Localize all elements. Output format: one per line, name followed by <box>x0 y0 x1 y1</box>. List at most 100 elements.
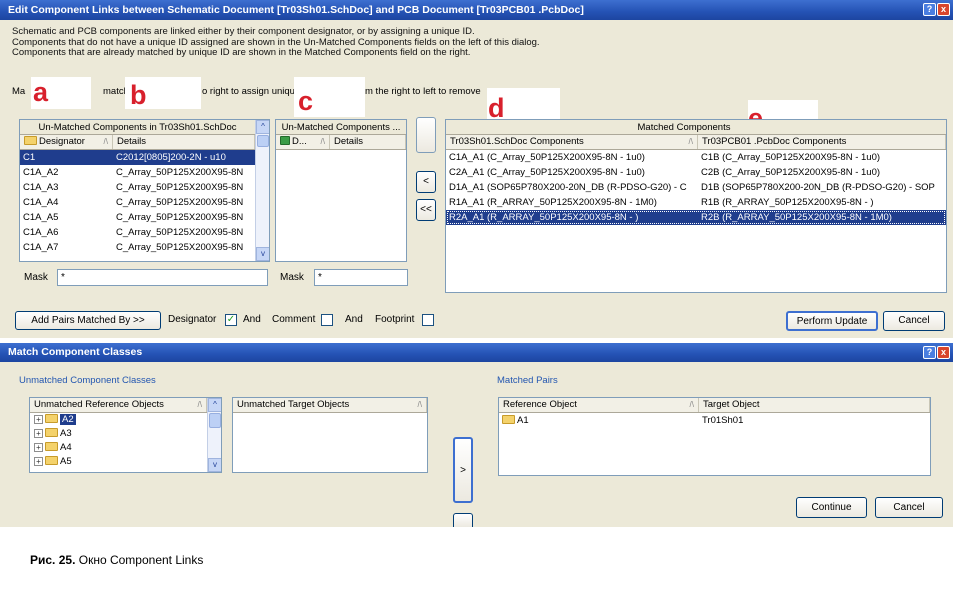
empty-button[interactable] <box>416 117 436 153</box>
cancel-button-2[interactable]: Cancel <box>875 497 943 518</box>
tree-item[interactable]: + A4 <box>30 441 207 455</box>
sort-icon: /\ <box>320 137 325 146</box>
scroll-thumb[interactable] <box>209 413 221 428</box>
column-sch-components[interactable]: Tr03Sh01.SchDoc Components/\ <box>446 135 698 149</box>
scroll-thumb[interactable] <box>257 135 269 147</box>
and-label-1: And <box>243 314 261 325</box>
table-row[interactable]: C1A_A4 C_Array_50P125X200X95-8N <box>20 195 255 210</box>
caption-text: Окно Component Links <box>78 553 204 567</box>
dialog2-title: Match Component Classes <box>8 346 143 358</box>
sort-icon: /\ <box>197 400 202 409</box>
tree-item[interactable]: + A2 <box>30 413 207 427</box>
mask-input-sch[interactable]: * <box>57 269 268 286</box>
folder-icon <box>45 442 58 451</box>
table-row[interactable]: C1 C2012[0805]200-2N - u10 <box>20 150 255 165</box>
matched-pairs-caption: Matched Pairs <box>497 375 558 386</box>
unmatched-sch-scrollbar[interactable]: ^ v <box>255 120 269 261</box>
column-unmatched-ref[interactable]: Unmatched Reference Objects/\ <box>30 398 207 412</box>
expand-icon[interactable]: + <box>34 443 43 452</box>
table-row[interactable]: R2A_A1 (R_ARRAY_50P125X200X95-8N - ) R2B … <box>446 210 946 225</box>
table-row[interactable]: D1A_A1 (SOP65P780X200-20N_DB (R-PDSO-G20… <box>446 180 946 195</box>
unmatched-ref-scrollbar[interactable]: ^ v <box>207 398 221 472</box>
close-button[interactable]: x <box>937 3 950 16</box>
unmatch-one-button[interactable]: < <box>416 171 436 193</box>
unmatched-target-grid[interactable]: Unmatched Target Objects/\ <box>232 397 428 473</box>
expand-icon[interactable]: + <box>34 457 43 466</box>
dialog2-titlebar: Match Component Classes ? x <box>0 343 953 362</box>
column-target-object[interactable]: Target Object <box>699 398 930 412</box>
expand-icon[interactable]: + <box>34 415 43 424</box>
mask-input-pcb[interactable]: * <box>314 269 408 286</box>
comment-label: Comment <box>272 314 316 325</box>
column-unmatched-target[interactable]: Unmatched Target Objects/\ <box>233 398 427 412</box>
dialog1-titlebar: Edit Component Links between Schematic D… <box>0 0 953 20</box>
column-reference-object[interactable]: Reference Object/\ <box>499 398 699 412</box>
table-row[interactable]: C1A_A7 C_Array_50P125X200X95-8N <box>20 240 255 255</box>
column-d[interactable]: D.../\ <box>276 135 330 149</box>
unmatched-sch-title: Un-Matched Components in Tr03Sh01.SchDoc <box>20 120 255 135</box>
matched-header: Tr03Sh01.SchDoc Components/\ Tr03PCB01 .… <box>446 135 946 150</box>
table-row[interactable]: A1 Tr01Sh01 <box>499 413 930 428</box>
comment-checkbox[interactable] <box>321 314 333 326</box>
folder-icon <box>45 456 58 465</box>
info-text: Schematic and PCB components are linked … <box>12 26 540 58</box>
unmatched-sch-grid[interactable]: Un-Matched Components in Tr03Sh01.SchDoc… <box>19 119 270 262</box>
close-button-2[interactable]: x <box>937 346 950 359</box>
match-pair-button[interactable]: > <box>453 437 473 503</box>
cancel-button[interactable]: Cancel <box>883 311 945 331</box>
scroll-up-icon[interactable]: ^ <box>256 120 269 134</box>
and-label-2: And <box>345 314 363 325</box>
footprint-checkbox[interactable] <box>422 314 434 326</box>
second-arrow-button[interactable] <box>453 513 473 527</box>
tree-item[interactable]: + A5 <box>30 455 207 469</box>
folder-icon <box>24 136 37 145</box>
table-row[interactable]: C1A_A5 C_Array_50P125X200X95-8N <box>20 210 255 225</box>
figure-caption: Рис. 25. Окно Component Links <box>30 553 203 567</box>
unmatched-pcb-header: D.../\ Details <box>276 135 406 150</box>
designator-label: Designator <box>168 314 217 325</box>
column-details-pcb[interactable]: Details <box>330 135 406 149</box>
matched-pairs-grid[interactable]: Reference Object/\ Target Object A1 Tr01… <box>498 397 931 476</box>
matched-rows: C1A_A1 (C_Array_50P125X200X95-8N - 1u0) C… <box>446 150 946 225</box>
unmatched-target-header: Unmatched Target Objects/\ <box>233 398 427 413</box>
unmatched-ref-grid[interactable]: Unmatched Reference Objects/\ + A2 + A3 + A4 +… <box>29 397 222 473</box>
unmatched-classes-caption: Unmatched Component Classes <box>19 375 156 386</box>
matched-pairs-header: Reference Object/\ Target Object <box>499 398 930 413</box>
continue-button[interactable]: Continue <box>796 497 867 518</box>
folder-icon <box>502 415 515 424</box>
annotation-d: d <box>488 93 505 123</box>
tree-item[interactable]: + A3 <box>30 427 207 441</box>
unmatched-sch-rows: C1 C2012[0805]200-2N - u10 C1A_A2 C_Array_5… <box>20 150 255 255</box>
column-designator[interactable]: Designator/\ <box>20 135 113 149</box>
unmatch-all-button[interactable]: << <box>416 199 436 221</box>
expand-icon[interactable]: + <box>34 429 43 438</box>
table-row[interactable]: C1A_A3 C_Array_50P125X200X95-8N <box>20 180 255 195</box>
table-row[interactable]: C1A_A6 C_Array_50P125X200X95-8N <box>20 225 255 240</box>
table-row[interactable]: C1A_A1 (C_Array_50P125X200X95-8N - 1u0) C… <box>446 150 946 165</box>
sort-icon: /\ <box>417 400 422 409</box>
column-details[interactable]: Details <box>113 135 255 149</box>
matched-grid[interactable]: Matched Components Tr03Sh01.SchDoc Compo… <box>445 119 947 293</box>
table-row[interactable]: R1A_A1 (R_ARRAY_50P125X200X95-8N - 1M0) R… <box>446 195 946 210</box>
unmatched-pcb-title: Un-Matched Components ... <box>276 120 406 135</box>
column-pcb-components[interactable]: Tr03PCB01 .PcbDoc Components <box>698 135 946 149</box>
perform-update-button[interactable]: Perform Update <box>786 311 878 331</box>
caption-label: Рис. 25. <box>30 553 76 567</box>
table-row[interactable]: C2A_A1 (C_Array_50P125X200X95-8N - 1u0) C… <box>446 165 946 180</box>
annotation-b: b <box>130 80 147 110</box>
sort-icon: /\ <box>103 137 108 146</box>
mask-label-pcb: Mask <box>280 272 304 283</box>
scroll-up-icon[interactable]: ^ <box>208 398 221 412</box>
scroll-down-icon[interactable]: v <box>208 458 221 472</box>
mask-label-sch: Mask <box>24 272 48 283</box>
scroll-down-icon[interactable]: v <box>256 247 269 261</box>
unmatched-pcb-grid[interactable]: Un-Matched Components ... D.../\ Details <box>275 119 407 262</box>
folder-icon <box>45 428 58 437</box>
unmatched-ref-rows: + A2 + A3 + A4 + A5 <box>30 413 207 469</box>
table-row[interactable]: C1A_A2 C_Array_50P125X200X95-8N <box>20 165 255 180</box>
help-button[interactable]: ? <box>923 3 936 16</box>
unmatched-sch-header: Designator/\ Details <box>20 135 255 150</box>
designator-checkbox[interactable]: ✓ <box>225 314 237 326</box>
help-button-2[interactable]: ? <box>923 346 936 359</box>
add-pairs-button[interactable]: Add Pairs Matched By >> <box>15 311 161 330</box>
